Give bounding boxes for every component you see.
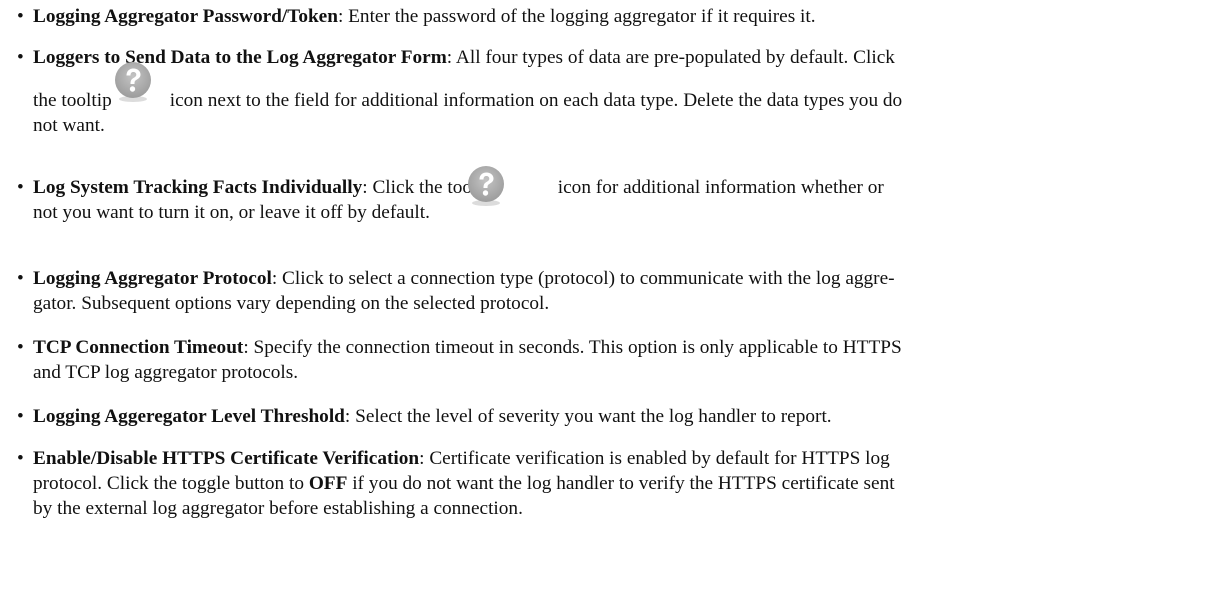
bullet: • [17, 47, 24, 68]
bullet: • [17, 268, 24, 289]
list-item-tcp-timeout: • TCP Connection Timeout: Specify the co… [17, 335, 1205, 385]
loggers-line-3: not want. [33, 115, 105, 136]
desc-protocol-a: : Click to select a connection type (pro… [271, 268, 895, 289]
desc-tcp-a: : Specify the connection timeout in seco… [243, 337, 902, 358]
desc-loggers-a: : All four types of data are pre-populat… [446, 47, 895, 68]
desc-https-b: protocol. Click the toggle button to [33, 473, 304, 494]
list-item-password-token: • Logging Aggregator Password/Token: Ent… [17, 4, 1205, 29]
list-item-loggers-form: • Loggers to Send Data to the Log Aggreg… [17, 45, 1205, 140]
term-tracking-facts: Log System Tracking Facts Individually [33, 177, 363, 198]
term-tcp-timeout: TCP Connection Timeout [33, 337, 244, 358]
bullet: • [17, 6, 24, 27]
desc-loggers-c: icon next to the field for additional in… [169, 90, 903, 111]
desc-https-b2: if you do not want the log handler to ve… [352, 473, 895, 494]
desc-loggers-b: the tooltip [33, 90, 112, 111]
question-mark-icon[interactable] [111, 61, 155, 112]
list-item-protocol: • Logging Aggregator Protocol: Click to … [17, 266, 1205, 316]
list-item-tracking-facts: • Log System Tracking Facts Individually… [17, 165, 1205, 227]
list-item-https-verification: • Enable/Disable HTTPS Certificate Verif… [17, 446, 1205, 521]
bullet: • [17, 177, 24, 198]
desc-https-c: by the external log aggregator before es… [33, 498, 523, 519]
bullet: • [17, 406, 24, 427]
term-level-threshold: Logging Aggeregator Level Threshold [33, 406, 345, 427]
term-protocol: Logging Aggregator Protocol [33, 268, 272, 289]
bullet: • [17, 448, 24, 469]
term-password-token: Logging Aggregator Password/Token [33, 6, 338, 27]
desc-password-token: : Enter the password of the logging aggr… [337, 6, 816, 27]
term-loggers-form: Loggers to Send Data to the Log Aggregat… [33, 47, 447, 68]
list-item-level-threshold: • Logging Aggeregator Level Threshold: S… [17, 404, 1205, 429]
tracking-line-1: Log System Tracking Facts Individually: … [33, 175, 884, 200]
bullet: • [17, 337, 24, 358]
desc-tracking-b: icon for additional information whether … [557, 177, 884, 198]
loggers-line-1: Loggers to Send Data to the Log Aggregat… [33, 45, 1205, 70]
tracking-line-2: not you want to turn it on, or leave it … [33, 202, 430, 223]
question-mark-icon[interactable] [464, 165, 508, 216]
term-https-verification: Enable/Disable HTTPS Certificate Verific… [33, 448, 420, 469]
desc-https-a: : Certificate verification is enabled by… [419, 448, 890, 469]
loggers-line-2: the tooltip icon next to the field for ad… [33, 88, 902, 113]
desc-tcp-b: and TCP log aggregator protocols. [33, 362, 299, 383]
desc-level-threshold: : Select the level of severity you want … [344, 406, 832, 427]
off-label: OFF [308, 473, 348, 494]
desc-protocol-b: gator. Subsequent options vary depending… [33, 293, 550, 314]
